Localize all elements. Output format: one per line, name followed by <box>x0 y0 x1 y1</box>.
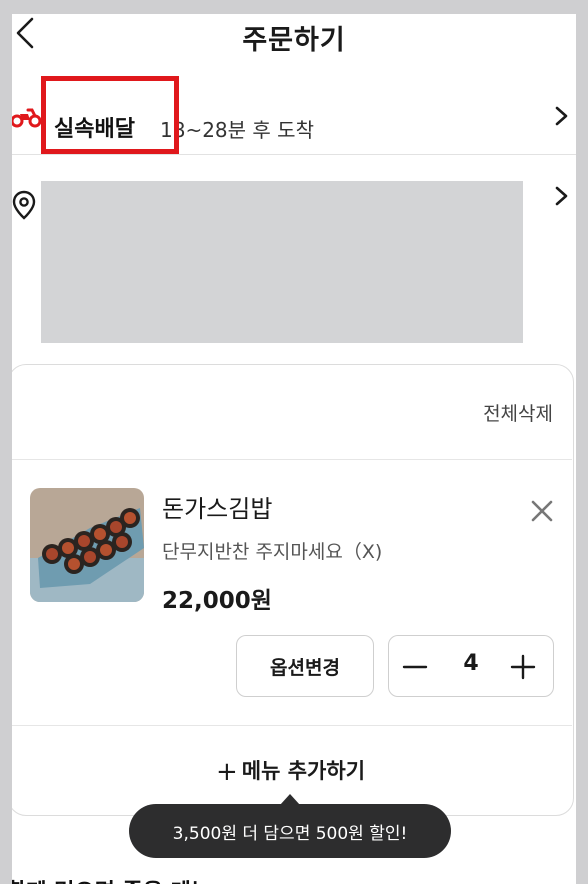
highlight-annotation-box <box>41 76 179 154</box>
chevron-right-icon <box>552 184 572 208</box>
discount-tooltip: 3,500원 더 담으면 500원 할인! <box>129 804 451 858</box>
divider <box>12 459 572 460</box>
minus-icon[interactable] <box>401 653 429 681</box>
plus-icon[interactable] <box>509 653 537 681</box>
quantity-value: 4 <box>463 651 479 676</box>
plus-icon: + <box>215 757 238 787</box>
scooter-icon <box>12 104 42 128</box>
chevron-right-icon <box>552 104 572 128</box>
add-menu-button[interactable]: + 메뉴 추가하기 <box>12 755 572 787</box>
remove-item-close-icon[interactable] <box>529 498 555 524</box>
page-title: 주문하기 <box>242 25 346 56</box>
item-name: 돈가스김밥 <box>162 495 273 523</box>
add-menu-label: 메뉴 추가하기 <box>241 759 366 783</box>
order-screen: 주문하기 실속배달 18~28분 후 도착 전체삭제 돈가스김밥 단무지반찬 주… <box>12 14 576 884</box>
address-redacted-block <box>41 181 523 343</box>
section-title: 함께 먹으면 좋은 메뉴 <box>12 874 211 884</box>
address-row[interactable] <box>12 170 576 355</box>
delivery-eta: 18~28분 후 도착 <box>160 118 314 142</box>
delete-all-button[interactable]: 전체삭제 <box>483 399 553 426</box>
location-pin-icon <box>12 190 36 220</box>
quantity-stepper: 4 <box>388 635 554 697</box>
delivery-option-row[interactable]: 실속배달 18~28분 후 도착 <box>12 76 576 156</box>
divider <box>12 154 576 155</box>
cart-card: 전체삭제 돈가스김밥 단무지반찬 주지마세요（X) 22,000원 옵션변경 4… <box>12 364 574 816</box>
change-option-button[interactable]: 옵션변경 <box>236 635 374 697</box>
header: 주문하기 <box>12 14 576 62</box>
item-option: 단무지반찬 주지마세요（X) <box>162 541 383 563</box>
divider <box>12 725 572 726</box>
item-price: 22,000원 <box>162 588 272 614</box>
food-image <box>30 488 144 602</box>
tooltip-text: 3,500원 더 담으면 500원 할인! <box>172 823 408 844</box>
